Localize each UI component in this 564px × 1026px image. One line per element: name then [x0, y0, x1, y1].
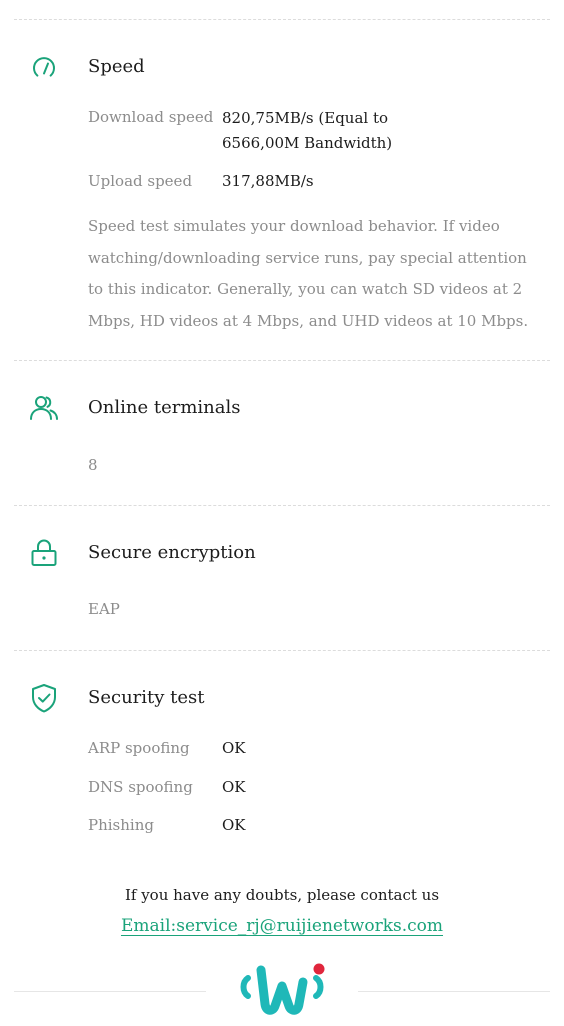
- footer-line-left: [14, 991, 206, 992]
- arp-spoofing-value: OK: [222, 739, 246, 757]
- contact-text: If you have any doubts, please contact u…: [124, 886, 440, 904]
- speed-description: Speed test simulates your download behav…: [88, 217, 529, 330]
- download-speed-label: Download speed: [88, 108, 214, 126]
- contact-email: Email:service_rj@ruijienetworks.com: [0, 916, 564, 936]
- speed-title: Speed: [88, 56, 145, 77]
- download-speed-value: 820,75MB/s (Equal to 6566,00M Bandwidth): [222, 109, 393, 152]
- footer-line-right: [358, 991, 550, 992]
- arp-spoofing-label: ARP spoofing: [88, 739, 190, 757]
- dns-spoofing-label: DNS spoofing: [88, 778, 193, 796]
- terminals-count: 8: [88, 456, 98, 474]
- users-icon: [28, 392, 60, 424]
- phishing-label: Phishing: [88, 816, 154, 834]
- divider-speed: [14, 360, 550, 361]
- phishing-value: OK: [222, 816, 246, 834]
- divider-terminals: [14, 505, 550, 506]
- encryption-title: Secure encryption: [88, 542, 256, 563]
- dns-spoofing-value: OK: [222, 778, 246, 796]
- speedometer-icon: [28, 52, 60, 84]
- encryption-value: EAP: [88, 600, 120, 618]
- contact-email-link[interactable]: Email:service_rj@ruijienetworks.com: [121, 916, 443, 936]
- divider-encryption: [14, 650, 550, 651]
- shield-check-icon: [28, 682, 60, 714]
- ruijie-wifi-logo: [236, 962, 328, 1022]
- lock-icon: [28, 537, 60, 569]
- terminals-title: Online terminals: [88, 397, 241, 418]
- divider-top: [14, 19, 550, 20]
- upload-speed-value: 317,88MB/s: [222, 172, 314, 190]
- security-title: Security test: [88, 687, 205, 708]
- upload-speed-label: Upload speed: [88, 172, 193, 190]
